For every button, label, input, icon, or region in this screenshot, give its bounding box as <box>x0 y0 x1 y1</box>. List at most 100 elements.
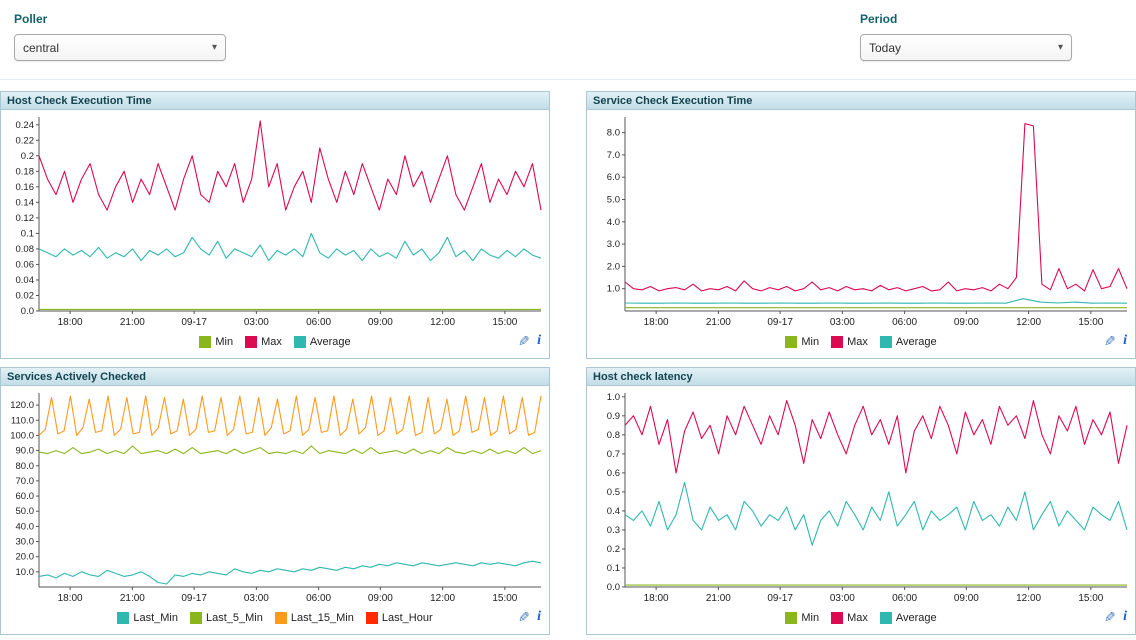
svg-text:20.0: 20.0 <box>16 552 35 563</box>
legend-label: Last_Min <box>133 612 178 624</box>
svg-text:70.0: 70.0 <box>16 476 35 487</box>
svg-text:0.8: 0.8 <box>607 430 620 441</box>
legend-item: Max <box>831 336 868 348</box>
svg-text:6.0: 6.0 <box>607 172 620 183</box>
svg-text:50.0: 50.0 <box>16 506 35 517</box>
svg-text:0.04: 0.04 <box>16 275 35 286</box>
svg-text:09-17: 09-17 <box>181 593 207 604</box>
legend-item: Max <box>831 612 868 624</box>
svg-text:21:00: 21:00 <box>120 593 145 604</box>
svg-text:80.0: 80.0 <box>16 461 35 472</box>
svg-text:60.0: 60.0 <box>16 491 35 502</box>
info-icon[interactable]: i <box>537 610 541 624</box>
chart-canvas-host-check-latency: 0.00.10.20.30.40.50.60.70.80.91.018:0021… <box>587 386 1135 607</box>
chart-canvas-services-actively-checked: 10.020.030.040.050.060.070.080.090.0100.… <box>1 386 549 607</box>
svg-text:06:00: 06:00 <box>892 593 917 604</box>
svg-text:7.0: 7.0 <box>607 150 620 161</box>
svg-text:06:00: 06:00 <box>306 593 331 604</box>
legend-label: Max <box>261 336 282 348</box>
legend-swatch <box>831 612 843 624</box>
panel-footer: Min Max Average ✎ i <box>587 607 1135 634</box>
svg-text:8.0: 8.0 <box>607 128 620 139</box>
chart-actions: ✎ i <box>1104 610 1127 624</box>
svg-text:0.9: 0.9 <box>607 411 620 422</box>
legend-swatch <box>785 336 797 348</box>
chart-actions: ✎ i <box>518 334 541 348</box>
legend-item: Last_Min <box>117 612 178 624</box>
svg-text:18:00: 18:00 <box>58 593 83 604</box>
period-select[interactable]: Today ▾ <box>860 34 1072 61</box>
svg-text:12:00: 12:00 <box>430 593 455 604</box>
svg-text:0.2: 0.2 <box>21 151 34 162</box>
panel-service-check-execution-time: Service Check Execution Time 1.02.03.04.… <box>586 91 1136 359</box>
svg-text:18:00: 18:00 <box>644 593 669 604</box>
chart-canvas-host-check-execution-time: 0.00.020.040.060.080.10.120.140.160.180.… <box>1 110 549 331</box>
svg-text:40.0: 40.0 <box>16 521 35 532</box>
svg-text:06:00: 06:00 <box>306 317 331 328</box>
legend-swatch <box>366 612 378 624</box>
panel-services-actively-checked: Services Actively Checked 10.020.030.040… <box>0 367 550 635</box>
filter-bar: Poller central ▾ Period Today ▾ <box>0 0 1136 80</box>
svg-text:0.0: 0.0 <box>21 306 34 317</box>
svg-text:09-17: 09-17 <box>767 317 793 328</box>
svg-text:03:00: 03:00 <box>244 593 269 604</box>
poller-select[interactable]: central ▾ <box>14 34 226 61</box>
panel-footer: Last_MinLast_5_MinLast_15_MinLast_Hour ✎… <box>1 607 549 634</box>
edit-icon[interactable]: ✎ <box>1104 334 1116 348</box>
svg-text:12:00: 12:00 <box>430 317 455 328</box>
legend-label: Min <box>215 336 233 348</box>
panel-title: Host check latency <box>587 368 1135 386</box>
panel-footer: Min Max Average ✎ i <box>587 331 1135 358</box>
svg-text:0.0: 0.0 <box>607 582 620 593</box>
period-label: Period <box>860 12 1072 26</box>
svg-text:15:00: 15:00 <box>492 593 517 604</box>
chart-actions: ✎ i <box>1104 334 1127 348</box>
svg-text:18:00: 18:00 <box>644 317 669 328</box>
edit-icon[interactable]: ✎ <box>1104 610 1116 624</box>
poller-select-value: central <box>23 41 212 55</box>
svg-text:1.0: 1.0 <box>607 392 620 403</box>
legend-label: Average <box>896 336 937 348</box>
chart-legend: Min Max Average <box>779 335 942 353</box>
legend-label: Min <box>801 612 819 624</box>
svg-text:4.0: 4.0 <box>607 217 620 228</box>
legend-item: Min <box>785 336 819 348</box>
legend-swatch <box>245 336 257 348</box>
svg-text:0.24: 0.24 <box>16 120 35 131</box>
legend-item: Max <box>245 336 282 348</box>
svg-text:09-17: 09-17 <box>767 593 793 604</box>
svg-text:0.5: 0.5 <box>607 487 620 498</box>
svg-text:0.18: 0.18 <box>16 166 35 177</box>
edit-icon[interactable]: ✎ <box>518 334 530 348</box>
panel-host-check-execution-time: Host Check Execution Time 0.00.020.040.0… <box>0 91 550 359</box>
charts-grid: Host Check Execution Time 0.00.020.040.0… <box>0 91 1136 635</box>
legend-item: Min <box>199 336 233 348</box>
poller-label: Poller <box>14 12 226 26</box>
legend-swatch <box>880 612 892 624</box>
legend-label: Average <box>896 612 937 624</box>
legend-swatch <box>831 336 843 348</box>
legend-swatch <box>785 612 797 624</box>
legend-swatch <box>199 336 211 348</box>
edit-icon[interactable]: ✎ <box>518 610 530 624</box>
info-icon[interactable]: i <box>537 334 541 348</box>
svg-text:5.0: 5.0 <box>607 195 620 206</box>
svg-text:0.6: 0.6 <box>607 468 620 479</box>
svg-text:90.0: 90.0 <box>16 446 35 457</box>
svg-text:10.0: 10.0 <box>16 567 35 578</box>
legend-label: Min <box>801 336 819 348</box>
info-icon[interactable]: i <box>1123 610 1127 624</box>
info-icon[interactable]: i <box>1123 334 1127 348</box>
svg-text:15:00: 15:00 <box>492 317 517 328</box>
legend-swatch <box>190 612 202 624</box>
svg-text:0.4: 0.4 <box>607 506 620 517</box>
svg-text:03:00: 03:00 <box>830 317 855 328</box>
chart-legend: Min Max Average <box>779 611 942 629</box>
panel-title: Service Check Execution Time <box>587 92 1135 110</box>
svg-text:100.0: 100.0 <box>10 430 34 441</box>
svg-text:0.02: 0.02 <box>16 290 35 301</box>
legend-item: Average <box>880 612 937 624</box>
chevron-down-icon: ▾ <box>212 42 217 53</box>
svg-text:12:00: 12:00 <box>1016 317 1041 328</box>
svg-text:1.0: 1.0 <box>607 284 620 295</box>
